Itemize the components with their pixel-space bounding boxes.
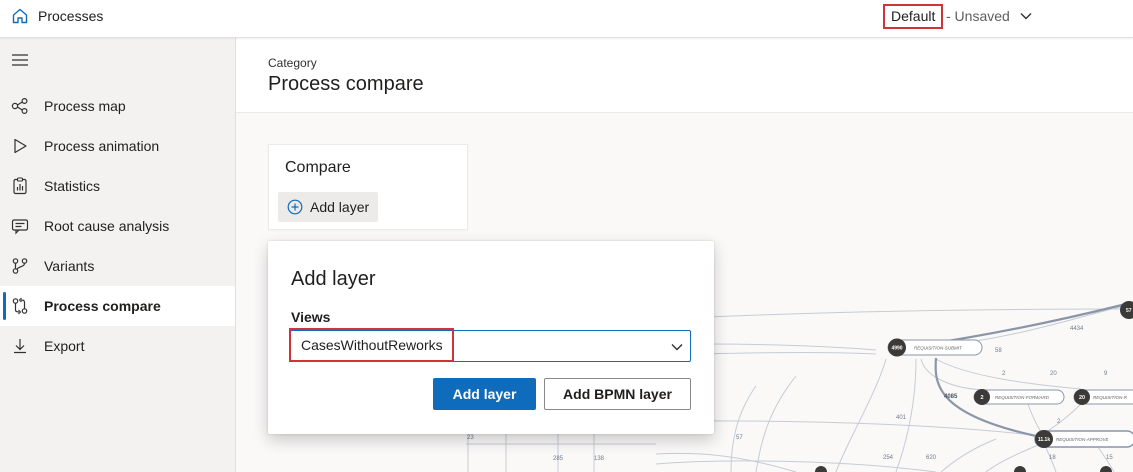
edge-label: 15 — [1106, 455, 1113, 461]
node-count: 11.1k — [1038, 437, 1050, 443]
edge-label: 23 — [467, 435, 474, 441]
hamburger-menu-icon[interactable] — [11, 52, 29, 68]
sidebar-item-label: Statistics — [44, 178, 101, 194]
node-count: 4990 — [891, 346, 902, 352]
root-cause-icon — [11, 219, 29, 235]
add-bpmn-layer-button[interactable]: Add BPMN layer — [544, 378, 691, 410]
sidebar-item-label: Process compare — [44, 298, 161, 314]
edge-label: 4085 — [944, 394, 958, 400]
edge-label: 4434 — [1070, 326, 1084, 332]
compare-title: Compare — [285, 159, 351, 176]
edge-label: 285 — [553, 456, 564, 462]
edge-label: 254 — [883, 455, 894, 461]
add-circle-icon — [287, 199, 303, 215]
home-icon[interactable] — [11, 7, 29, 25]
edge-label: 20 — [1050, 371, 1057, 377]
sidebar-item-label: Variants — [44, 258, 95, 274]
edge-label: 138 — [594, 456, 605, 462]
node-label: REQUISITION-SUBMIT — [914, 346, 963, 351]
edge-label: 18 — [1049, 455, 1056, 461]
node-count: 2 — [980, 395, 983, 401]
process-node[interactable]: 20 REQUISITION-R — [1073, 389, 1133, 405]
node-label: REQUISITION-R — [1093, 395, 1128, 400]
edge-label: 58 — [995, 348, 1002, 354]
add-layer-label: Add layer — [310, 199, 370, 215]
compare-icon — [12, 297, 28, 315]
page-title: Process compare — [268, 73, 424, 95]
export-icon — [14, 339, 26, 354]
views-label: Views — [291, 309, 331, 325]
node-label: REQUISITION-APPROVE — [1056, 437, 1110, 442]
process-map-icon — [11, 97, 28, 115]
dialog-title: Add layer — [291, 268, 376, 290]
edge-label: 620 — [926, 455, 937, 461]
add-layer-dialog: Add layer Views CasesWithoutReworks Add … — [268, 241, 714, 434]
sidebar: Process map Process animation Statistics… — [0, 38, 236, 472]
top-bar: Processes Default - Unsaved — [0, 0, 1133, 38]
sidebar-item-export[interactable]: Export — [0, 326, 235, 366]
add-layer-confirm-button[interactable]: Add layer — [433, 378, 536, 410]
app-title[interactable]: Processes — [38, 8, 103, 24]
sidebar-item-label: Root cause analysis — [44, 218, 170, 234]
edge-label: 9 — [1104, 371, 1108, 377]
page-category: Category — [268, 56, 317, 70]
sidebar-item-process-animation[interactable]: Process animation — [0, 126, 235, 166]
view-name[interactable]: Default — [883, 4, 944, 29]
sidebar-item-statistics[interactable]: Statistics — [0, 166, 235, 206]
view-state: - Unsaved — [946, 8, 1010, 24]
node-label: REQUISITION-FORWARD — [995, 395, 1050, 400]
sidebar-item-process-map[interactable]: Process map — [0, 86, 235, 126]
sidebar-nav: Process map Process animation Statistics… — [0, 86, 235, 366]
sidebar-item-process-compare[interactable]: Process compare — [0, 286, 235, 326]
process-node[interactable]: 4990 REQUISITION-SUBMIT — [887, 338, 983, 357]
play-icon — [14, 138, 27, 154]
page-header: Category Process compare — [236, 38, 1133, 113]
edge-label: 57 — [736, 435, 743, 441]
sidebar-item-root-cause-analysis[interactable]: Root cause analysis — [0, 206, 235, 246]
process-node[interactable]: 57 — [1120, 301, 1133, 319]
node-count: 20 — [1079, 395, 1085, 401]
edge-label: 2 — [1002, 371, 1006, 377]
compare-card: Compare Add layer — [268, 144, 468, 230]
node-count: 57 — [1126, 308, 1132, 314]
chevron-down-icon — [671, 344, 683, 351]
sidebar-item-label: Process animation — [44, 138, 160, 154]
views-dropdown[interactable]: CasesWithoutReworks — [289, 328, 691, 362]
sidebar-item-label: Process map — [44, 98, 126, 114]
process-node[interactable]: 2 REQUISITION-FORWARD — [973, 389, 1065, 405]
views-selected-value: CasesWithoutReworks — [289, 328, 454, 362]
process-node-partial[interactable] — [815, 466, 1112, 472]
variants-icon — [12, 258, 28, 274]
edge-label: 401 — [896, 415, 907, 421]
add-layer-button[interactable]: Add layer — [278, 192, 379, 222]
chevron-down-icon[interactable] — [1019, 9, 1033, 23]
clipboard-chart-icon — [13, 177, 27, 195]
process-node[interactable]: 11.1k REQUISITION-APPROVE — [1034, 430, 1133, 448]
sidebar-item-label: Export — [44, 338, 85, 354]
sidebar-item-variants[interactable]: Variants — [0, 246, 235, 286]
